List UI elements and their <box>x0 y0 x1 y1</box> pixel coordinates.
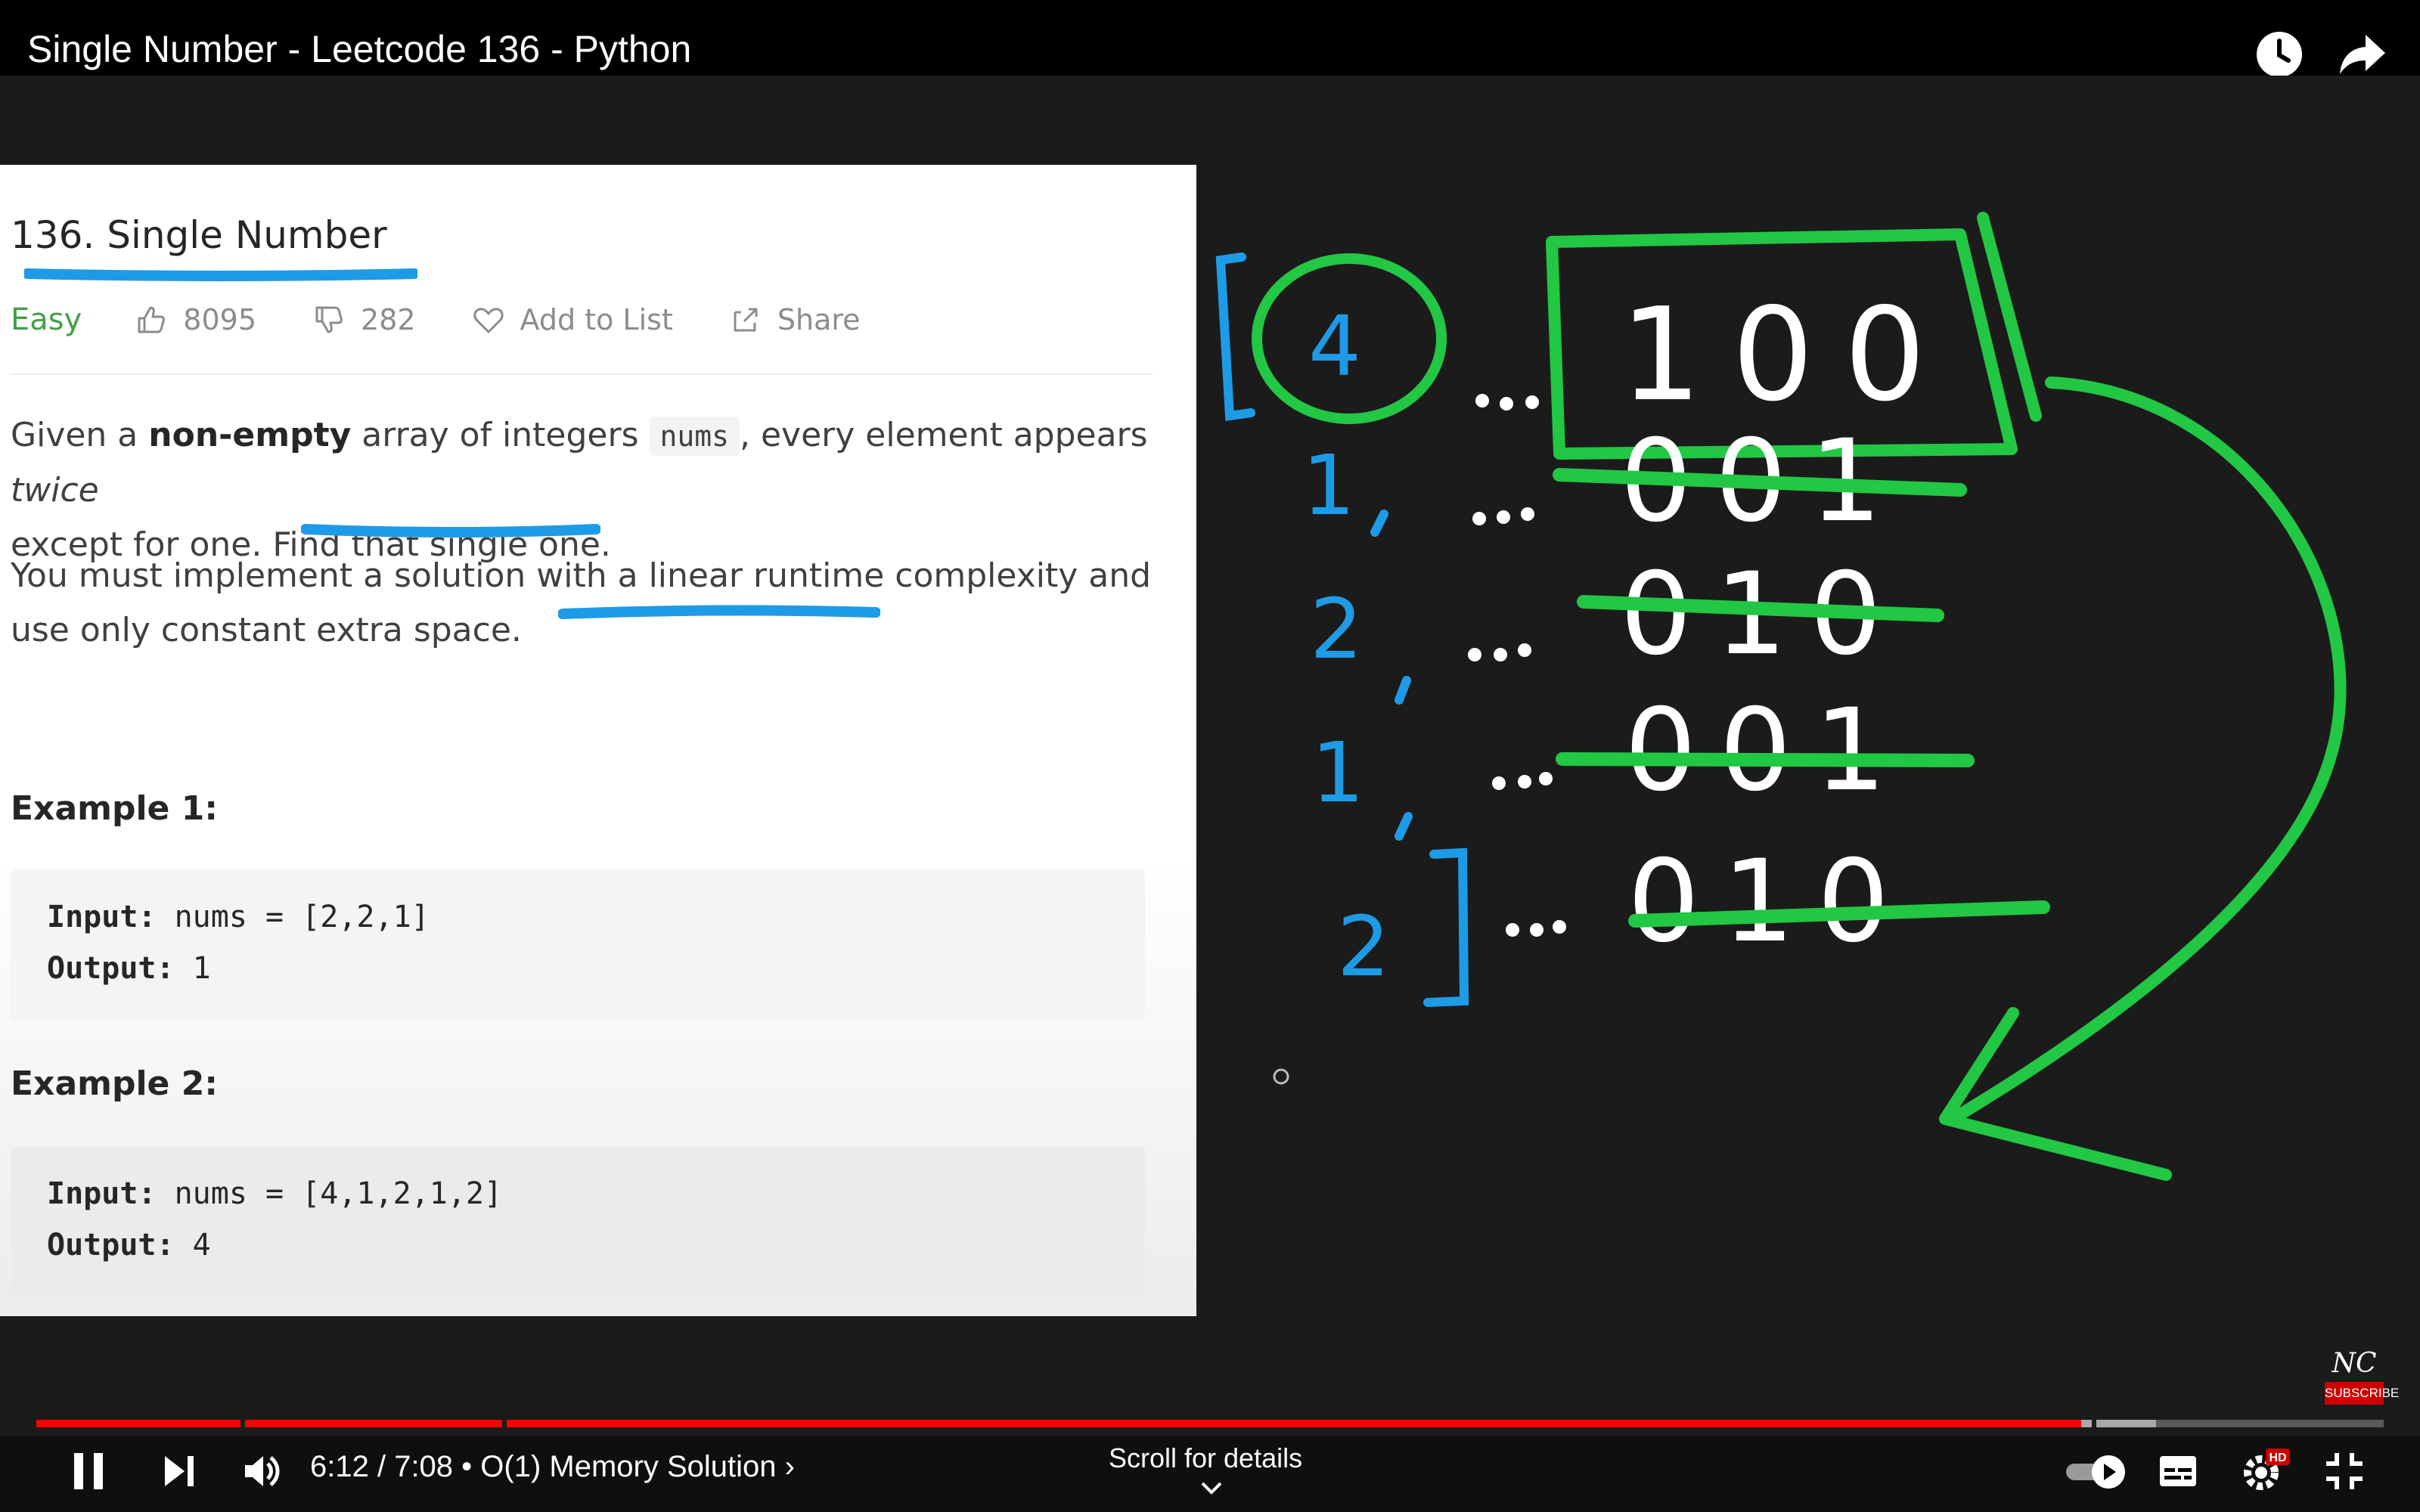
volume-icon[interactable] <box>240 1450 283 1492</box>
whiteboard-drawing: 4 1 2 1 2 100 001 010 001 010 <box>1215 212 2347 1181</box>
example-2-title: Example 2: <box>11 1064 218 1103</box>
arrow-head <box>1939 1007 2172 1181</box>
autoplay-toggle-icon[interactable] <box>2063 1453 2131 1491</box>
progress-bar[interactable] <box>36 1420 2384 1427</box>
captions-icon[interactable] <box>2157 1452 2199 1491</box>
channel-logo: NC <box>2332 1348 2377 1379</box>
problem-title: 136. Single Number <box>11 213 387 257</box>
thumbs-down-icon <box>315 306 343 333</box>
single-one-underline-annotation <box>301 524 600 538</box>
meta-divider <box>11 373 1153 375</box>
thumbs-up-icon <box>138 306 166 333</box>
like-button[interactable]: 8095 <box>135 303 256 336</box>
example-1-code: Input: nums = [2,2,1] Output: 1 <box>11 869 1145 1021</box>
linear-runtime-underline-annotation <box>558 605 880 619</box>
chapter-marker <box>2092 1420 2096 1427</box>
result-bits: 100 <box>1620 280 1956 430</box>
leetcode-problem-panel: 136. Single Number Easy 8095 282 Add to … <box>0 165 1196 1316</box>
settings-icon[interactable]: HD <box>2240 1447 2291 1494</box>
share-label: Share <box>777 303 861 336</box>
share-box-icon <box>734 308 758 332</box>
difficulty-badge: Easy <box>11 302 82 337</box>
video-top-bar: Single Number - Leetcode 136 - Python <box>0 0 2420 77</box>
title-underline-annotation <box>24 268 417 281</box>
share-button[interactable]: Share <box>729 303 861 336</box>
example-2-code: Input: nums = [4,1,2,1,2] Output: 4 <box>11 1146 1145 1297</box>
open-bracket-stroke <box>1215 253 1255 421</box>
scroll-for-details[interactable]: Scroll for details <box>1109 1442 1303 1495</box>
row-bits: 001 <box>1624 685 1909 816</box>
chevron-down-icon <box>1201 1482 1222 1495</box>
array-number: 1 <box>1302 437 1355 534</box>
share-icon[interactable] <box>2335 27 2390 82</box>
pause-icon[interactable] <box>70 1448 109 1494</box>
desc-bold: non-empty <box>148 416 352 454</box>
desc-text: You must implement a solution with a lin… <box>11 556 1152 595</box>
example-1-title: Example 1: <box>11 789 218 828</box>
add-to-list-label: Add to List <box>520 303 673 336</box>
desc-italic: twice <box>11 471 99 510</box>
example-2-output: Output: 4 <box>47 1228 211 1263</box>
inline-code: nums <box>649 417 740 456</box>
dislike-button[interactable]: 282 <box>312 303 416 336</box>
next-icon[interactable] <box>160 1452 200 1491</box>
example-2-input: Input: nums = [4,1,2,1,2] <box>47 1176 503 1211</box>
dislike-count: 282 <box>361 303 416 336</box>
scroll-hint-label: Scroll for details <box>1109 1442 1303 1473</box>
problem-description: Given a non-empty array of integers nums… <box>11 408 1160 572</box>
played-progress <box>36 1420 2081 1427</box>
array-number: 2 <box>1310 581 1363 677</box>
close-bracket-stroke <box>1423 847 1469 1007</box>
svg-text:HD: HD <box>2269 1452 2286 1464</box>
desc-text: use only constant extra space. <box>11 611 522 649</box>
array-number: 2 <box>1337 898 1390 995</box>
exit-fullscreen-icon[interactable] <box>2323 1450 2366 1492</box>
pen-cursor-icon <box>1273 1068 1289 1085</box>
video-title[interactable]: Single Number - Leetcode 136 - Python <box>27 27 691 71</box>
example-1-input: Input: nums = [2,2,1] <box>47 900 430 934</box>
ellipsis-dots <box>1468 394 1566 937</box>
time-display: 6:12 / 7:08 <box>310 1450 454 1483</box>
channel-subscribe-badge[interactable]: NC SUBSCRIBE <box>2325 1347 2399 1408</box>
chapter-marker <box>502 1420 507 1427</box>
add-to-list-button[interactable]: Add to List <box>472 303 673 336</box>
like-count: 8095 <box>183 303 257 336</box>
heart-icon <box>473 308 504 333</box>
problem-meta-row: Easy 8095 282 Add to List Share <box>11 293 917 346</box>
watch-later-icon[interactable] <box>2252 27 2307 82</box>
desc-text: array of integers <box>351 416 650 454</box>
time-and-chapter[interactable]: 6:12 / 7:08 • O(1) Memory Solution › <box>310 1450 795 1484</box>
example-1-output: Output: 1 <box>47 951 211 986</box>
array-number: 4 <box>1308 298 1361 395</box>
desc-text: Given a <box>11 416 149 454</box>
array-number: 1 <box>1311 724 1364 821</box>
desc-text: , every element appears <box>740 416 1148 454</box>
chapter-marker <box>240 1420 245 1427</box>
chapter-title[interactable]: O(1) Memory Solution <box>480 1450 776 1483</box>
subscribe-label: SUBSCRIBE <box>2325 1382 2399 1405</box>
row-bits: 010 <box>1627 836 1912 968</box>
